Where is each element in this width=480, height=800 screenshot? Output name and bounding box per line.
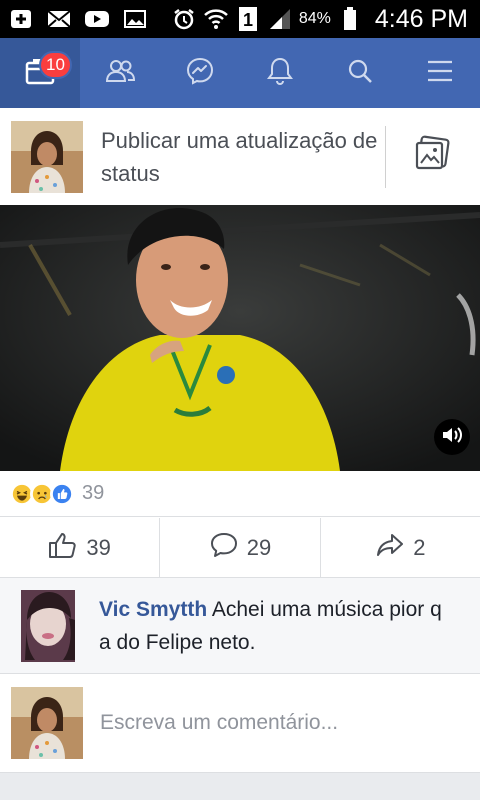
battery-percent: 84% <box>298 10 331 27</box>
comment-button[interactable]: 29 <box>159 518 319 577</box>
messenger-icon <box>185 56 215 91</box>
tab-friends[interactable] <box>80 38 160 108</box>
add-icon <box>8 8 34 30</box>
status-input[interactable]: Publicar uma atualização de status <box>101 124 381 190</box>
youtube-icon <box>84 8 110 30</box>
share-button[interactable]: 2 <box>319 518 480 577</box>
photo-icon <box>414 135 452 178</box>
top-nav-bar: 10 <box>0 38 480 108</box>
thumbs-up-icon <box>48 531 78 565</box>
comment-count: 29 <box>246 534 272 560</box>
write-comment-bar: Escreva um comentário... <box>0 674 480 772</box>
comment-input[interactable]: Escreva um comentário... <box>100 711 338 735</box>
like-button[interactable]: 39 <box>0 518 159 577</box>
sim-1-icon: 1 <box>235 7 261 31</box>
video-frame <box>0 205 480 471</box>
signal-icon <box>267 8 293 30</box>
wifi-icon <box>203 8 229 30</box>
comment-author[interactable]: Vic Smytth <box>99 598 207 621</box>
search-icon <box>346 57 374 90</box>
friends-icon <box>105 58 136 89</box>
sound-toggle-button[interactable] <box>434 419 470 455</box>
video-player[interactable] <box>0 205 480 471</box>
clock: 4:46 PM <box>374 4 468 33</box>
tab-news-feed[interactable]: 10 <box>0 38 80 108</box>
reactions-summary[interactable]: 39 <box>0 471 480 517</box>
notifications-icon <box>266 56 294 91</box>
status-composer: Publicar uma atualização de status <box>0 108 480 205</box>
image-icon <box>122 8 148 30</box>
like-icon <box>50 481 74 506</box>
reaction-icons <box>10 481 74 506</box>
battery-icon <box>337 7 363 30</box>
comment-icon <box>209 531 239 565</box>
mail-icon <box>46 8 72 30</box>
share-count: 2 <box>413 534 426 560</box>
volume-icon <box>441 425 463 450</box>
tab-notifications[interactable] <box>240 38 320 108</box>
tab-messenger[interactable] <box>160 38 240 108</box>
post-actions: 39 29 2 <box>0 518 480 578</box>
share-icon <box>375 531 405 565</box>
tab-search[interactable] <box>320 38 400 108</box>
avatar <box>11 120 83 193</box>
photo-button[interactable] <box>386 135 480 178</box>
like-count: 39 <box>86 534 111 560</box>
comment-body: Vic Smytth Achei uma música pior q a do … <box>99 593 459 659</box>
menu-icon <box>426 59 454 88</box>
status-bar: 1 84% 4:46 PM <box>0 0 480 38</box>
avatar <box>11 687 83 759</box>
reaction-count: 39 <box>82 482 105 504</box>
comment-item: Vic Smytth Achei uma música pior q a do … <box>0 578 480 674</box>
alarm-icon <box>171 8 197 30</box>
notification-badge: 10 <box>39 51 72 79</box>
tab-menu[interactable] <box>400 38 480 108</box>
avatar[interactable] <box>21 589 75 662</box>
footer-divider <box>0 772 480 800</box>
svg-text:1: 1 <box>243 10 253 30</box>
